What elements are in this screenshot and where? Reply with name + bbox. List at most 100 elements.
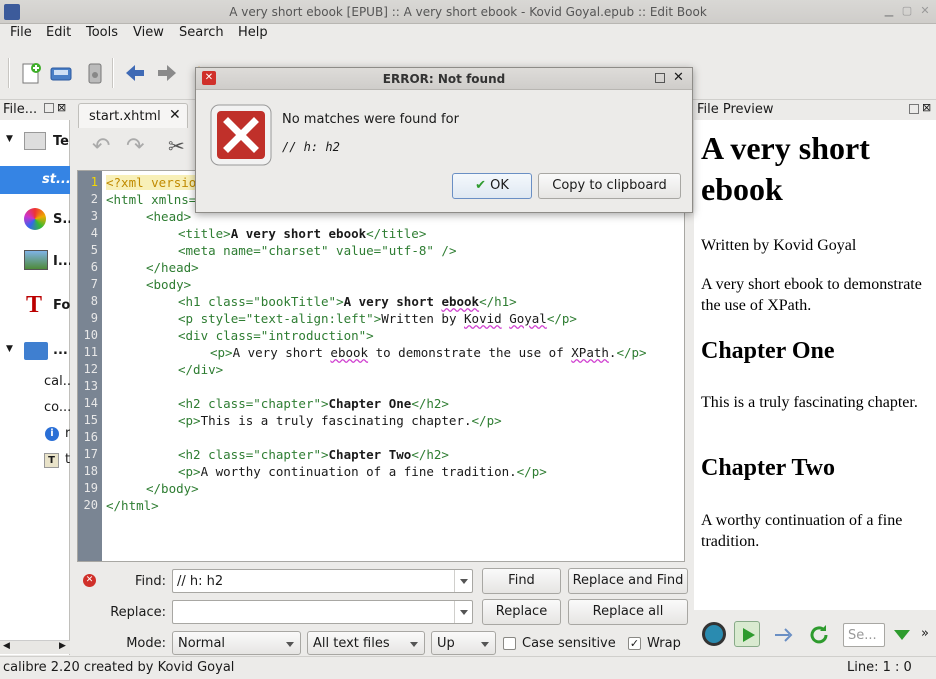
chevron-down-icon xyxy=(410,642,418,647)
file-browser-title: File... xyxy=(3,102,38,117)
dialog-query: // h: h2 xyxy=(282,140,340,154)
back-arrow-icon[interactable] xyxy=(122,60,148,86)
menu-view[interactable]: View xyxy=(133,25,164,40)
wrap-checkbox[interactable]: ✓ xyxy=(628,637,641,650)
replace-and-find-button[interactable]: Replace and Find xyxy=(568,568,688,594)
horizontal-scrollbar[interactable]: ◀ ▶ xyxy=(0,640,70,654)
preview-toolbar: Se... » xyxy=(694,612,936,656)
menu-tools[interactable]: Tools xyxy=(86,25,118,40)
code-editor[interactable]: 1 <?xml versio 2 <html xmlns= 3 <head> 4 <ti… xyxy=(77,170,685,562)
file-browser-panel: File... ⊠ ▼ Te st... S... I... T Fo ▼ ..… xyxy=(0,100,70,655)
scroll-left-icon[interactable]: ◀ xyxy=(3,641,10,651)
tree-item-start-xhtml[interactable]: st... xyxy=(0,166,70,194)
menu-help[interactable]: Help xyxy=(238,25,268,40)
code-line: 16 xyxy=(83,430,98,444)
redo-icon[interactable]: ↷ xyxy=(126,134,144,159)
cut-icon[interactable]: ✂ xyxy=(168,134,185,158)
collapse-arrow-icon[interactable]: ▼ xyxy=(6,344,13,354)
find-label: Find: xyxy=(134,574,166,589)
maximize-dialog-icon[interactable] xyxy=(655,73,665,83)
close-panel-icon[interactable]: ⊠ xyxy=(57,101,66,114)
window-titlebar: A very short ebook [EPUB] :: A very shor… xyxy=(0,0,936,24)
scroll-right-icon[interactable]: ▶ xyxy=(59,641,66,651)
tree-item-cal[interactable]: cal... xyxy=(0,370,70,394)
file-preview-title: File Preview xyxy=(697,102,774,117)
refresh-icon[interactable] xyxy=(806,622,832,648)
code-line: 8 <h1 class="bookTitle">A very short eboo… xyxy=(90,294,517,309)
replace-button[interactable]: Replace xyxy=(482,599,561,625)
code-line: 13 xyxy=(83,379,98,393)
close-window-icon[interactable]: ✕ xyxy=(918,4,932,18)
close-dialog-icon[interactable]: ✕ xyxy=(673,70,684,85)
code-line: 18 <p>A worthy continuation of a fine tra… xyxy=(83,464,547,479)
code-line: 10 <div class="introduction"> xyxy=(83,328,374,343)
mode-label: Mode: xyxy=(126,636,166,651)
preview-book-title: A very short ebook xyxy=(701,130,870,207)
find-next-icon[interactable] xyxy=(892,626,912,644)
undo-icon[interactable]: ↶ xyxy=(92,134,110,159)
find-button[interactable]: Find xyxy=(482,568,561,594)
menu-search[interactable]: Search xyxy=(179,25,224,40)
tree-item-info[interactable]: i r xyxy=(0,422,70,446)
save-icon[interactable] xyxy=(48,60,74,86)
code-line: 17 <h2 class="chapter">Chapter Two</h2> xyxy=(83,447,449,462)
menu-file[interactable]: File xyxy=(10,25,32,40)
collapse-arrow-icon[interactable]: ▼ xyxy=(6,134,13,144)
auto-reload-button[interactable] xyxy=(734,621,760,647)
fonts-icon: T xyxy=(26,292,43,318)
minimize-icon[interactable]: ▁ xyxy=(882,4,896,18)
tree-item-text[interactable]: ▼ Te xyxy=(0,130,70,154)
preview-author: Written by Kovid Goyal xyxy=(701,237,857,254)
forward-arrow-icon[interactable] xyxy=(154,60,180,86)
maximize-icon[interactable]: ▢ xyxy=(900,4,914,18)
preview-search-input[interactable]: Se... xyxy=(843,623,885,647)
tree-item-misc[interactable]: ▼ ... xyxy=(0,338,70,366)
code-line: 19 </body> xyxy=(83,481,199,496)
code-line: 5 <meta name="charset" value="utf-8" /> xyxy=(90,243,457,258)
close-tab-icon[interactable]: ✕ xyxy=(169,107,181,123)
case-sensitive-label: Case sensitive xyxy=(522,636,616,651)
code-line: 9 <p style="text-align:left">Written by K… xyxy=(90,311,577,326)
case-sensitive-checkbox[interactable] xyxy=(503,637,516,650)
code-line: 12 </div> xyxy=(83,362,224,377)
code-line: 11 <p>A very short ebook to demonstrate t… xyxy=(83,345,647,360)
tree-item-images[interactable]: I... xyxy=(0,246,70,276)
menu-edit[interactable]: Edit xyxy=(46,25,71,40)
replace-history-dropdown[interactable] xyxy=(454,601,472,623)
window-title: A very short ebook [EPUB] :: A very shor… xyxy=(229,5,707,19)
wrap-label: Wrap xyxy=(647,636,681,651)
checkpoint-icon[interactable] xyxy=(82,60,108,86)
tree-item-text-file[interactable]: T t xyxy=(0,448,70,472)
find-replace-panel: ✕ Find: // h: h2 Find Replace and Find R… xyxy=(76,566,688,656)
file-preview: A very short ebook Written by Kovid Goya… xyxy=(694,120,936,610)
preview-chapter-one-title: Chapter One xyxy=(701,338,835,364)
cursor-position: Line: 1 : 0 xyxy=(847,660,912,675)
code-line: 15 <p>This is a truly fascinating chapter… xyxy=(83,413,502,428)
float-panel-icon[interactable] xyxy=(909,104,919,114)
find-input[interactable]: // h: h2 xyxy=(172,569,473,593)
direction-select[interactable]: Up xyxy=(431,631,496,655)
close-panel-icon[interactable]: ⊠ xyxy=(922,101,931,114)
tree-item-fonts[interactable]: T Fo xyxy=(0,290,70,320)
more-tools-icon[interactable]: » xyxy=(921,626,929,641)
images-icon xyxy=(24,250,48,270)
dialog-titlebar: ✕ ERROR: Not found ✕ xyxy=(196,68,692,90)
tab-start-xhtml[interactable]: start.xhtml ✕ xyxy=(78,103,188,129)
float-panel-icon[interactable] xyxy=(44,103,54,113)
new-file-icon[interactable] xyxy=(18,60,44,86)
dialog-title: ERROR: Not found xyxy=(382,72,506,86)
status-text: calibre 2.20 created by Kovid Goyal xyxy=(3,660,235,675)
replace-input[interactable] xyxy=(172,600,473,624)
copy-to-clipboard-button[interactable]: Copy to clipboard xyxy=(538,173,681,199)
mode-select[interactable]: Normal xyxy=(172,631,301,655)
tree-item-styles[interactable]: S... xyxy=(0,204,70,234)
sync-icon[interactable] xyxy=(702,622,726,646)
replace-all-button[interactable]: Replace all xyxy=(568,599,688,625)
scope-select[interactable]: All text files xyxy=(307,631,425,655)
tree-item-co[interactable]: co... xyxy=(0,396,70,420)
split-icon[interactable] xyxy=(772,622,798,648)
preview-chapter-two-text: A worthy continuation of a fine traditio… xyxy=(701,512,903,550)
code-line: 4 <title>A very short ebook</title> xyxy=(90,226,427,241)
ok-button[interactable]: ✔ OK xyxy=(452,173,532,199)
find-history-dropdown[interactable] xyxy=(454,570,472,592)
